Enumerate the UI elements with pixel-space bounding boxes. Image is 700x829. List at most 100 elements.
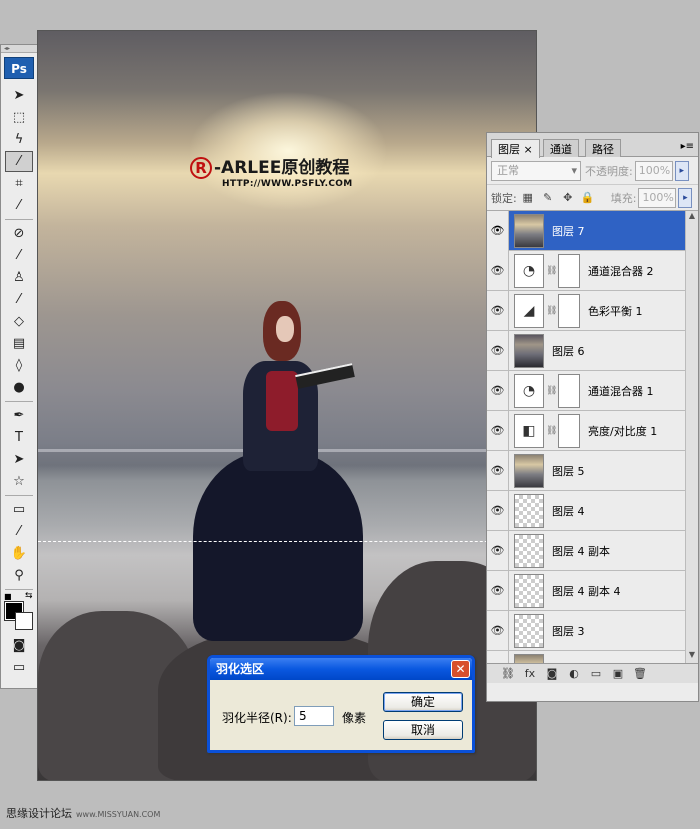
layer-row[interactable]: 👁 图层 4 副本 <box>487 530 698 571</box>
tools-panel: ◂▸ Ps ➤ ⬚ ϟ ⁄ ⌗ ⁄ ⊘ ⁄ ♙ ⁄ ◇ ▤ ◊ ● ✒ T ➤ ☆ ▭ ⁄ ✋ ⚲ ■ ⇆ ◙ ▭ <box>0 44 38 689</box>
visibility-eye-icon[interactable]: 👁 <box>487 570 509 611</box>
layer-row[interactable]: 👁 图层 4 <box>487 490 698 531</box>
fill-slider-button[interactable]: ▸ <box>678 187 693 208</box>
layer-row[interactable]: 👁 图层 2 <box>487 650 698 663</box>
tab-layers[interactable]: 图层 × <box>491 139 540 158</box>
layer-mask-thumbnail[interactable] <box>558 413 580 448</box>
eraser-tool-icon[interactable]: ◇ <box>5 311 33 332</box>
lock-all-icon[interactable]: 🔒 <box>581 191 595 205</box>
notes-tool-icon[interactable]: ▭ <box>5 499 33 520</box>
pen-tool-icon[interactable]: ✒ <box>5 405 33 426</box>
layers-footer: ⛓ fx ◙ ◐ ▭ ▣ 🗑 <box>487 663 698 683</box>
layer-row[interactable]: 👁 ◔ ⛓ 通道混合器 1 <box>487 370 698 411</box>
lock-transparency-icon[interactable]: ▦ <box>521 191 535 205</box>
folder-icon[interactable]: ▭ <box>585 667 607 680</box>
watermark-text: -ARLEE原创教程 <box>214 158 350 178</box>
layer-row[interactable]: 👁 ◔ ⛓ 通道混合器 2 <box>487 250 698 291</box>
layer-row[interactable]: 👁 ◧ ⛓ 亮度/对比度 1 <box>487 410 698 451</box>
layer-row[interactable]: 👁 图层 6 <box>487 330 698 371</box>
visibility-eye-icon[interactable]: 👁 <box>487 290 509 331</box>
path-selection-tool-icon[interactable]: ➤ <box>5 449 33 470</box>
photoshop-logo[interactable]: Ps <box>4 57 34 79</box>
lasso-tool-icon[interactable]: ϟ <box>5 129 33 150</box>
layer-mask-thumbnail[interactable] <box>558 293 580 328</box>
lock-position-icon[interactable]: ✥ <box>561 191 575 205</box>
mask-link-icon[interactable]: ⛓ <box>546 266 557 276</box>
healing-brush-tool-icon[interactable]: ⊘ <box>5 223 33 244</box>
dodge-tool-icon[interactable]: ● <box>5 377 33 398</box>
layer-name: 图层 4 副本 <box>552 544 610 558</box>
visibility-eye-icon[interactable]: 👁 <box>487 370 509 411</box>
mask-link-icon[interactable]: ⛓ <box>546 386 557 396</box>
fx-icon[interactable]: fx <box>519 667 541 680</box>
layer-mask-thumbnail[interactable] <box>558 373 580 408</box>
quick-mask-icon[interactable]: ◙ <box>5 635 33 656</box>
close-icon[interactable]: ✕ <box>451 660 470 678</box>
trash-icon[interactable]: 🗑 <box>629 667 651 680</box>
tab-channels[interactable]: 通道 <box>543 139 579 157</box>
scroll-up-icon[interactable]: ▲ <box>686 211 698 224</box>
adjustment-icon[interactable]: ◐ <box>563 667 585 680</box>
screen-mode-icon[interactable]: ▭ <box>5 657 33 678</box>
marquee-tool-icon[interactable]: ⬚ <box>5 107 33 128</box>
new-layer-icon[interactable]: ▣ <box>607 667 629 680</box>
slice-tool-icon[interactable]: ⁄ <box>5 195 33 216</box>
opacity-field[interactable]: 100% <box>634 160 673 181</box>
opacity-slider-button[interactable]: ▸ <box>674 160 689 181</box>
layer-thumbnail <box>514 573 544 608</box>
close-icon[interactable]: × <box>524 143 533 156</box>
custom-shape-tool-icon[interactable]: ☆ <box>5 471 33 492</box>
blend-mode-select[interactable]: 正常 ▾ <box>491 160 581 181</box>
mask-link-icon[interactable]: ⛓ <box>546 426 557 436</box>
hand-tool-icon[interactable]: ✋ <box>5 543 33 564</box>
layer-name: 亮度/对比度 1 <box>588 424 658 438</box>
feather-radius-input[interactable]: 5 <box>294 706 334 726</box>
history-brush-tool-icon[interactable]: ⁄ <box>5 289 33 310</box>
link-icon[interactable]: ⛓ <box>497 667 519 680</box>
layer-row[interactable]: 👁 图层 4 副本 4 <box>487 570 698 611</box>
layer-row[interactable]: 👁 ◢ ⛓ 色彩平衡 1 <box>487 290 698 331</box>
eyedropper-tool-icon[interactable]: ⁄ <box>5 521 33 542</box>
visibility-eye-icon[interactable]: 👁 <box>487 250 509 291</box>
visibility-eye-icon[interactable]: 👁 <box>487 410 509 451</box>
clone-stamp-tool-icon[interactable]: ♙ <box>5 267 33 288</box>
visibility-eye-icon[interactable]: 👁 <box>487 530 509 571</box>
layer-thumbnail <box>514 333 544 368</box>
cancel-button[interactable]: 取消 <box>383 720 463 740</box>
site-watermark: 思缘设计论坛 www.MISSYUAN.COM <box>6 805 160 821</box>
layer-mask-thumbnail[interactable] <box>558 253 580 288</box>
layer-row[interactable]: 👁 图层 5 <box>487 450 698 491</box>
mask-link-icon[interactable]: ⛓ <box>546 306 557 316</box>
gradient-tool-icon[interactable]: ▤ <box>5 333 33 354</box>
magic-wand-tool-icon[interactable]: ⁄ <box>5 151 33 172</box>
tab-paths[interactable]: 路径 <box>585 139 621 157</box>
site-name: 思缘设计论坛 <box>6 807 72 820</box>
scroll-down-icon[interactable]: ▼ <box>686 650 698 663</box>
color-swatches: ■ ⇆ <box>1 591 37 634</box>
layer-list-scrollbar[interactable]: ▲ ▼ <box>685 211 698 663</box>
layer-row[interactable]: 👁 图层 7 <box>487 211 698 251</box>
swap-colors-icon[interactable]: ⇆ <box>25 591 33 601</box>
mask-icon[interactable]: ◙ <box>541 667 563 680</box>
brush-tool-icon[interactable]: ⁄ <box>5 245 33 266</box>
zoom-tool-icon[interactable]: ⚲ <box>5 565 33 586</box>
visibility-eye-icon[interactable]: 👁 <box>487 330 509 371</box>
crop-tool-icon[interactable]: ⌗ <box>5 173 33 194</box>
panel-grip[interactable]: ◂▸ <box>1 45 37 53</box>
lock-image-icon[interactable]: ✎ <box>541 191 555 205</box>
fill-field[interactable]: 100% <box>638 187 677 208</box>
move-tool-icon[interactable]: ➤ <box>5 85 33 106</box>
dialog-titlebar[interactable]: 羽化选区 ✕ <box>210 658 472 680</box>
visibility-eye-icon[interactable]: 👁 <box>487 490 509 531</box>
blur-tool-icon[interactable]: ◊ <box>5 355 33 376</box>
visibility-eye-icon[interactable]: 👁 <box>487 450 509 491</box>
visibility-eye-icon[interactable]: 👁 <box>487 650 509 663</box>
visibility-eye-icon[interactable]: 👁 <box>487 610 509 651</box>
background-color[interactable] <box>15 612 33 630</box>
ok-button[interactable]: 确定 <box>383 692 463 712</box>
type-tool-icon[interactable]: T <box>5 427 33 448</box>
default-colors-icon[interactable]: ■ <box>4 592 12 601</box>
layer-row[interactable]: 👁 图层 3 <box>487 610 698 651</box>
visibility-eye-icon[interactable]: 👁 <box>487 211 509 251</box>
panel-menu-icon[interactable]: ▸≡ <box>681 141 694 152</box>
